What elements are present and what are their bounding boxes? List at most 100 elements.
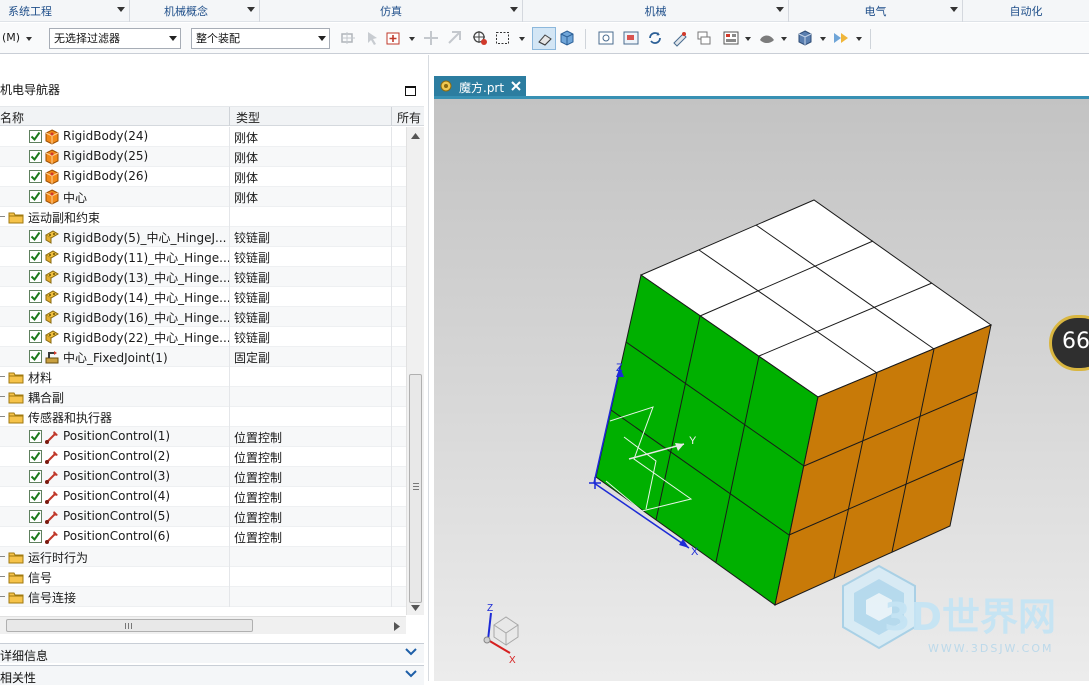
horizontal-scroll-thumb[interactable] bbox=[6, 619, 253, 632]
tree-item-row[interactable]: PositionControl(6) 位置控制 bbox=[0, 527, 406, 547]
vertical-scrollbar[interactable] bbox=[406, 127, 424, 615]
column-divider bbox=[391, 567, 392, 587]
dependencies-panel-header[interactable]: 相关性 bbox=[0, 665, 424, 685]
tree-folder-row[interactable]: 信号连接 bbox=[0, 587, 406, 607]
visibility-checkbox[interactable] bbox=[29, 450, 42, 463]
tree-item-row[interactable]: RigidBody(26) 刚体 bbox=[0, 167, 406, 187]
select-target-icon[interactable] bbox=[471, 29, 489, 47]
tree-item-row[interactable]: RigidBody(24) 刚体 bbox=[0, 127, 406, 147]
selection-filter-select[interactable]: 无选择过滤器 bbox=[49, 28, 181, 49]
menu-button[interactable]: (M) bbox=[2, 31, 20, 44]
tree-item-row[interactable]: RigidBody(14)_中心_Hinge... 铰链副 bbox=[0, 287, 406, 307]
maximize-icon[interactable] bbox=[405, 86, 416, 96]
folder-icon[interactable] bbox=[8, 569, 24, 585]
tree-item-row[interactable]: RigidBody(16)_中心_Hinge... 铰链副 bbox=[0, 307, 406, 327]
folder-icon[interactable] bbox=[8, 549, 24, 565]
visibility-checkbox[interactable] bbox=[29, 310, 42, 323]
visibility-checkbox[interactable] bbox=[29, 510, 42, 523]
zoom-window-icon[interactable] bbox=[622, 29, 640, 47]
tree-folder-row[interactable]: 运动副和约束 bbox=[0, 207, 406, 227]
rotate-view-icon[interactable] bbox=[646, 29, 664, 47]
view-triad[interactable] bbox=[483, 612, 519, 654]
tree-folder-row[interactable]: 运行时行为 bbox=[0, 547, 406, 567]
visibility-checkbox[interactable] bbox=[29, 430, 42, 443]
column-header-type[interactable]: 类型 bbox=[236, 109, 260, 126]
visibility-checkbox[interactable] bbox=[29, 150, 42, 163]
tree-item-row[interactable]: PositionControl(2) 位置控制 bbox=[0, 447, 406, 467]
tree-item-row[interactable]: RigidBody(13)_中心_Hinge... 铰链副 bbox=[0, 267, 406, 287]
tab-model-file[interactable]: 魔方.prt bbox=[434, 76, 526, 97]
folder-icon[interactable] bbox=[8, 409, 24, 425]
ribbon-group-automation[interactable]: 自动化 bbox=[963, 0, 1089, 22]
ribbon-group-mechanical[interactable]: 机械 bbox=[523, 0, 789, 22]
layer-settings-icon[interactable] bbox=[695, 29, 713, 47]
assembly-scope-select[interactable]: 整个装配 bbox=[191, 28, 330, 49]
scroll-up-icon[interactable] bbox=[411, 133, 420, 139]
tree-item-row[interactable]: PositionControl(3) 位置控制 bbox=[0, 467, 406, 487]
tree-folder-row[interactable]: 耦合副 bbox=[0, 387, 406, 407]
scroll-down-icon[interactable] bbox=[411, 605, 420, 611]
visibility-checkbox[interactable] bbox=[29, 270, 42, 283]
tree-item-row[interactable]: RigidBody(5)_中心_HingeJ... 铰链副 bbox=[0, 227, 406, 247]
constraint-tool-icon[interactable] bbox=[446, 29, 464, 47]
column-divider bbox=[391, 247, 392, 267]
ribbon-group-electrical[interactable]: 电气 bbox=[789, 0, 963, 22]
visibility-checkbox[interactable] bbox=[29, 530, 42, 543]
details-panel-header[interactable]: 详细信息 bbox=[0, 643, 424, 663]
fit-view-icon[interactable] bbox=[597, 29, 615, 47]
box-select-icon[interactable] bbox=[494, 29, 512, 47]
select-add-icon[interactable] bbox=[385, 29, 403, 47]
graphics-viewport[interactable]: Z Y X Z X 3D世界网 WWW.3DSJW.COM 66 bbox=[434, 99, 1089, 681]
column-divider[interactable] bbox=[391, 107, 392, 126]
visibility-checkbox[interactable] bbox=[29, 490, 42, 503]
ribbon-group-simulation[interactable]: 仿真 bbox=[260, 0, 523, 22]
tree-item-row[interactable]: 中心_FixedJoint(1) 固定副 bbox=[0, 347, 406, 367]
visibility-checkbox[interactable] bbox=[29, 250, 42, 263]
pan-view-icon[interactable] bbox=[671, 29, 689, 47]
tree-connector bbox=[0, 396, 5, 397]
folder-icon[interactable] bbox=[8, 589, 24, 605]
visibility-checkbox[interactable] bbox=[29, 170, 42, 183]
visibility-checkbox[interactable] bbox=[29, 330, 42, 343]
toolbar: (M) 无选择过滤器 整个装配 bbox=[0, 23, 1089, 54]
tree-item-row[interactable]: PositionControl(5) 位置控制 bbox=[0, 507, 406, 527]
tree-folder-row[interactable]: 材料 bbox=[0, 367, 406, 387]
pointer-tool-icon[interactable] bbox=[364, 29, 382, 47]
hinge-joint-icon bbox=[44, 249, 60, 265]
visibility-checkbox[interactable] bbox=[29, 230, 42, 243]
solid-body-icon[interactable] bbox=[558, 29, 576, 47]
column-header-name[interactable]: 名称 bbox=[0, 109, 24, 126]
tree-item-row[interactable]: PositionControl(1) 位置控制 bbox=[0, 427, 406, 447]
folder-icon[interactable] bbox=[8, 209, 24, 225]
visibility-checkbox[interactable] bbox=[29, 290, 42, 303]
ribbon-group-mech-concept[interactable]: 机械概念 bbox=[130, 0, 260, 22]
visibility-filter-icon[interactable] bbox=[832, 29, 850, 47]
tree-item-row[interactable]: RigidBody(25) 刚体 bbox=[0, 147, 406, 167]
column-header-owner[interactable]: 所有 bbox=[397, 109, 421, 126]
vertical-scroll-thumb[interactable] bbox=[409, 374, 422, 603]
tree-item-row[interactable]: RigidBody(22)_中心_Hinge... 铰链副 bbox=[0, 327, 406, 347]
ribbon-group-system-engineering[interactable]: 系统工程 bbox=[0, 0, 130, 22]
visibility-checkbox[interactable] bbox=[29, 470, 42, 483]
column-divider[interactable] bbox=[229, 107, 230, 126]
close-icon[interactable] bbox=[511, 81, 521, 91]
show-hidden-toggle[interactable] bbox=[532, 27, 556, 50]
tree-item-row[interactable]: 中心 刚体 bbox=[0, 187, 406, 207]
folder-icon[interactable] bbox=[8, 369, 24, 385]
render-style-icon[interactable] bbox=[796, 29, 814, 47]
move-tool-icon[interactable] bbox=[422, 29, 440, 47]
tree-item-row[interactable]: RigidBody(11)_中心_Hinge... 铰链副 bbox=[0, 247, 406, 267]
visibility-checkbox[interactable] bbox=[29, 130, 42, 143]
snap-point-icon[interactable] bbox=[339, 29, 357, 47]
tree-folder-row[interactable]: 传感器和执行器 bbox=[0, 407, 406, 427]
folder-icon[interactable] bbox=[8, 389, 24, 405]
visibility-checkbox[interactable] bbox=[29, 350, 42, 363]
tree-item-row[interactable]: PositionControl(4) 位置控制 bbox=[0, 487, 406, 507]
display-style-icon[interactable] bbox=[722, 29, 740, 47]
horizontal-scrollbar[interactable] bbox=[0, 616, 406, 634]
visibility-checkbox[interactable] bbox=[29, 190, 42, 203]
rubiks-cube-model[interactable] bbox=[595, 199, 993, 606]
scroll-right-icon[interactable] bbox=[394, 622, 400, 631]
shading-icon[interactable] bbox=[758, 29, 776, 47]
tree-folder-row[interactable]: 信号 bbox=[0, 567, 406, 587]
